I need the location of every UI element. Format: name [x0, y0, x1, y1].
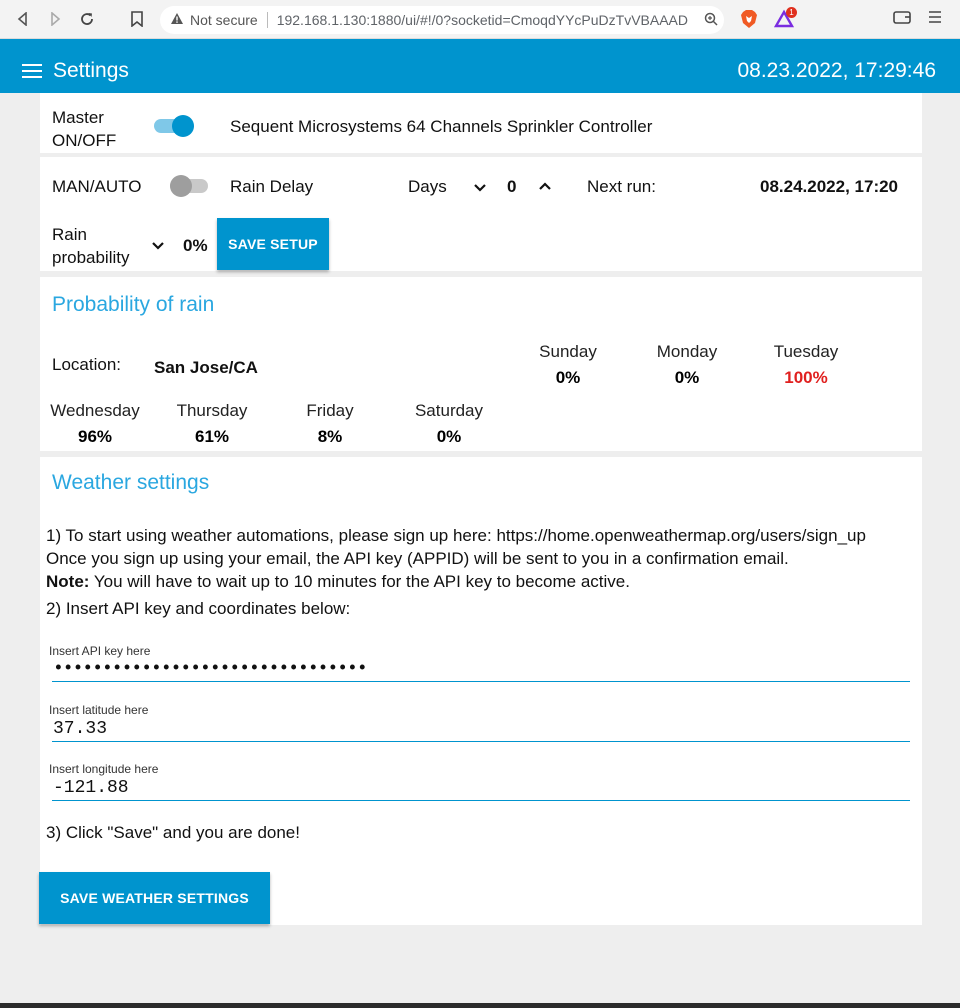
api-key-input[interactable]	[52, 656, 910, 682]
rain-delay-label: Rain Delay	[230, 177, 314, 196]
forward-icon[interactable]	[44, 8, 66, 30]
probability-title: Probability of rain	[52, 293, 215, 316]
zoom-icon[interactable]	[704, 12, 718, 29]
weather-card: Weather settings 1) To start using weath…	[39, 457, 922, 925]
location-value: San Jose/CA	[154, 358, 258, 377]
weather-note: Note: You will have to wait up to 10 min…	[46, 570, 630, 593]
man-auto-label: MAN/AUTO	[52, 177, 142, 196]
url-text[interactable]: 192.168.1.130:1880/ui/#!/0?socketid=Cmoq…	[277, 12, 688, 28]
next-run-value: 08.24.2022, 17:20	[760, 177, 899, 196]
address-separator	[266, 12, 268, 28]
controller-name: Sequent Microsystems 64 Channels Sprinkl…	[230, 117, 653, 136]
day-tuesday: Tuesday 100%	[756, 342, 856, 388]
latitude-input[interactable]	[52, 716, 910, 742]
back-icon[interactable]	[12, 8, 34, 30]
master-card: Master ON/OFF Sequent Microsystems 64 Ch…	[40, 93, 922, 153]
days-value: 0	[507, 177, 517, 196]
day-sunday-value: 0%	[555, 368, 581, 387]
browser-menu-icon[interactable]	[928, 9, 948, 29]
wallet-icon[interactable]	[893, 9, 913, 29]
address-bar[interactable]: Not secure 192.168.1.130:1880/ui/#!/0?so…	[160, 6, 724, 34]
latitude-label: Insert latitude here	[49, 703, 149, 717]
day-friday: Friday 8%	[280, 401, 380, 447]
rain-probability-label: Rain probability	[52, 225, 130, 267]
day-wednesday: Wednesday 96%	[45, 401, 145, 447]
probability-card: Probability of rain Location: San Jose/C…	[40, 277, 922, 451]
bookmark-icon[interactable]	[126, 8, 148, 30]
days-decrease-chevron-down-icon[interactable]	[472, 180, 488, 196]
weather-step1: 1) To start using weather automations, p…	[46, 526, 866, 545]
note-text: You will have to wait up to 10 minutes f…	[89, 572, 630, 591]
notification-badge: 1	[786, 7, 797, 18]
day-sunday: Sunday 0%	[518, 342, 618, 388]
day-monday-value: 0%	[674, 368, 700, 387]
day-monday: Monday 0%	[637, 342, 737, 388]
controls-card: MAN/AUTO Rain Delay Days 0 Next run: 08.…	[40, 157, 922, 271]
rain-probability-value: 0%	[183, 236, 208, 255]
master-label: Master ON/OFF	[52, 108, 117, 150]
weather-step2: 2) Insert API key and coordinates below:	[46, 599, 351, 618]
save-weather-settings-button[interactable]: SAVE WEATHER SETTINGS	[39, 872, 270, 924]
next-run-label: Next run:	[587, 177, 656, 196]
rain-probability-chevron-down-icon[interactable]	[150, 238, 166, 254]
browser-toolbar: Not secure 192.168.1.130:1880/ui/#!/0?so…	[0, 0, 960, 39]
app-header: Settings 08.23.2022, 17:29:46	[0, 39, 960, 93]
rewards-icon[interactable]: 1	[773, 7, 797, 29]
day-saturday: Saturday 0%	[399, 401, 499, 447]
security-label: Not secure	[190, 12, 258, 28]
day-friday-value: 8%	[317, 427, 343, 446]
weather-step1b: Once you sign up using your email, the A…	[46, 549, 789, 568]
man-auto-toggle[interactable]	[170, 175, 210, 197]
longitude-label: Insert longitude here	[49, 762, 159, 776]
page-title: Settings	[53, 59, 129, 82]
day-thursday: Thursday 61%	[162, 401, 262, 447]
note-label: Note:	[46, 572, 90, 591]
day-wednesday-value: 96%	[77, 427, 113, 446]
reload-icon[interactable]	[76, 8, 98, 30]
save-setup-button[interactable]: SAVE SETUP	[217, 218, 329, 270]
location-label: Location:	[52, 355, 121, 374]
master-toggle[interactable]	[154, 115, 194, 137]
warning-icon	[170, 12, 184, 28]
day-tuesday-value: 100%	[784, 368, 828, 387]
header-datetime: 08.23.2022, 17:29:46	[737, 59, 936, 82]
days-increase-chevron-up-icon[interactable]	[537, 178, 553, 194]
day-thursday-value: 61%	[194, 427, 230, 446]
weather-step3: 3) Click "Save" and you are done!	[46, 823, 300, 842]
taskbar	[0, 1003, 960, 1008]
longitude-input[interactable]	[52, 775, 910, 801]
brave-shield-icon[interactable]	[740, 9, 760, 29]
day-saturday-value: 0%	[436, 427, 462, 446]
hamburger-menu-icon[interactable]	[22, 64, 42, 78]
weather-title: Weather settings	[52, 471, 210, 494]
days-label: Days	[408, 177, 447, 196]
